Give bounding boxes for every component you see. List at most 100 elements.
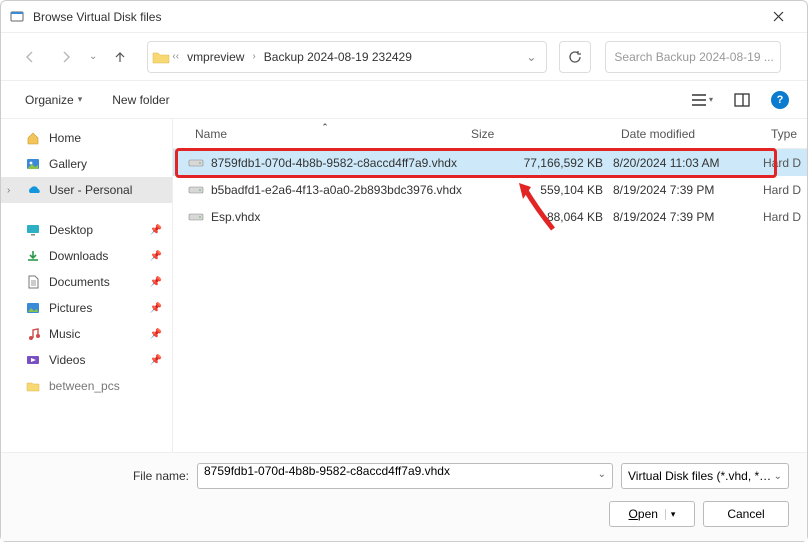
sidebar-item-user-personal[interactable]: › User - Personal bbox=[1, 177, 172, 203]
pin-icon: 📌 bbox=[150, 329, 162, 340]
crumb-sep-icon[interactable]: ‹‹ bbox=[172, 51, 179, 62]
filename-value: 8759fdb1-070d-4b8b-9582-c8accd4ff7a9.vhd… bbox=[204, 464, 450, 478]
pin-icon: 📌 bbox=[150, 251, 162, 262]
new-folder-button[interactable]: New folder bbox=[106, 89, 175, 111]
sidebar-item-label: between_pcs bbox=[49, 379, 120, 393]
chevron-down-icon: ⌄ bbox=[774, 471, 782, 482]
organize-menu[interactable]: Organize ▾ bbox=[19, 89, 88, 111]
file-type: Hard D bbox=[763, 183, 807, 197]
file-name: b5badfd1-e2a6-4f13-a0a0-2b893bdc3976.vhd… bbox=[211, 183, 463, 197]
file-row[interactable]: b5badfd1-e2a6-4f13-a0a0-2b893bdc3976.vhd… bbox=[173, 176, 807, 203]
sidebar-item-music[interactable]: Music 📌 bbox=[1, 321, 172, 347]
home-icon bbox=[25, 130, 41, 146]
file-date: 8/19/2024 7:39 PM bbox=[613, 210, 763, 224]
preview-pane-button[interactable] bbox=[731, 89, 753, 111]
sidebar-item-label: Pictures bbox=[49, 301, 92, 315]
column-size[interactable]: Size bbox=[463, 127, 613, 141]
recent-dropdown[interactable]: ⌄ bbox=[87, 51, 99, 62]
file-size: 77,166,592 KB bbox=[463, 156, 613, 170]
sidebar-item-pictures[interactable]: Pictures 📌 bbox=[1, 295, 172, 321]
refresh-button[interactable] bbox=[559, 41, 591, 73]
file-date: 8/20/2024 11:03 AM bbox=[613, 156, 763, 170]
sidebar-item-home[interactable]: Home bbox=[1, 125, 172, 151]
chevron-right-icon: › bbox=[7, 185, 10, 196]
sidebar-item-label: Videos bbox=[49, 353, 85, 367]
sidebar-item-downloads[interactable]: Downloads 📌 bbox=[1, 243, 172, 269]
file-type: Hard D bbox=[763, 210, 807, 224]
sort-indicator-icon: ⌃ bbox=[321, 122, 329, 133]
forward-button[interactable] bbox=[51, 42, 81, 72]
filter-label: Virtual Disk files (*.vhd, *.vhdx) bbox=[628, 469, 774, 483]
new-folder-label: New folder bbox=[112, 93, 169, 107]
column-date[interactable]: Date modified bbox=[613, 127, 763, 141]
close-button[interactable] bbox=[757, 2, 799, 32]
chevron-right-icon: › bbox=[252, 51, 255, 62]
desktop-icon bbox=[25, 222, 41, 238]
sidebar-item-between-pcs[interactable]: between_pcs bbox=[1, 373, 172, 399]
file-list: ⌃ Name Size Date modified Type 8759fdb1-… bbox=[173, 119, 807, 459]
videos-icon bbox=[25, 352, 41, 368]
up-button[interactable] bbox=[105, 42, 135, 72]
file-type-filter[interactable]: Virtual Disk files (*.vhd, *.vhdx) ⌄ bbox=[621, 463, 789, 489]
cancel-button[interactable]: Cancel bbox=[703, 501, 789, 527]
breadcrumb-backup[interactable]: Backup 2024-08-19 232429 bbox=[258, 48, 418, 66]
sidebar-item-videos[interactable]: Videos 📌 bbox=[1, 347, 172, 373]
bottom-panel: File name: 8759fdb1-070d-4b8b-9582-c8acc… bbox=[1, 452, 807, 541]
disk-icon bbox=[187, 212, 205, 222]
gallery-icon bbox=[25, 156, 41, 172]
sidebar-item-label: User - Personal bbox=[49, 183, 132, 197]
pictures-icon bbox=[25, 300, 41, 316]
help-button[interactable]: ? bbox=[771, 91, 789, 109]
filename-input[interactable]: 8759fdb1-070d-4b8b-9582-c8accd4ff7a9.vhd… bbox=[197, 463, 613, 489]
open-button[interactable]: Open ▾ bbox=[609, 501, 695, 527]
title-bar: Browse Virtual Disk files bbox=[1, 1, 807, 33]
app-icon bbox=[9, 9, 25, 25]
address-bar[interactable]: ‹‹ vmpreview › Backup 2024-08-19 232429 … bbox=[147, 41, 547, 73]
disk-icon bbox=[187, 185, 205, 195]
downloads-icon bbox=[25, 248, 41, 264]
pin-icon: 📌 bbox=[150, 355, 162, 366]
column-name[interactable]: ⌃ Name bbox=[187, 127, 463, 141]
back-button[interactable] bbox=[15, 42, 45, 72]
filename-label: File name: bbox=[19, 469, 189, 483]
navigation-pane: Home Gallery › User - Personal Desktop 📌… bbox=[1, 119, 173, 459]
sidebar-item-gallery[interactable]: Gallery bbox=[1, 151, 172, 177]
column-type[interactable]: Type bbox=[763, 127, 807, 141]
sidebar-item-label: Desktop bbox=[49, 223, 93, 237]
main-area: Home Gallery › User - Personal Desktop 📌… bbox=[1, 119, 807, 459]
sidebar-item-desktop[interactable]: Desktop 📌 bbox=[1, 217, 172, 243]
folder-icon bbox=[152, 50, 170, 64]
file-date: 8/19/2024 7:39 PM bbox=[613, 183, 763, 197]
search-placeholder: Search Backup 2024-08-19 ... bbox=[614, 50, 773, 64]
view-list-button[interactable]: ▾ bbox=[691, 89, 713, 111]
music-icon bbox=[25, 326, 41, 342]
sidebar-item-documents[interactable]: Documents 📌 bbox=[1, 269, 172, 295]
pin-icon: 📌 bbox=[150, 277, 162, 288]
file-size: 559,104 KB bbox=[463, 183, 613, 197]
documents-icon bbox=[25, 274, 41, 290]
cancel-label: Cancel bbox=[727, 507, 764, 521]
nav-bar: ⌄ ‹‹ vmpreview › Backup 2024-08-19 23242… bbox=[1, 33, 807, 81]
window-title: Browse Virtual Disk files bbox=[33, 10, 757, 24]
folder-icon bbox=[25, 378, 41, 394]
search-input[interactable]: Search Backup 2024-08-19 ... bbox=[605, 41, 781, 73]
organize-label: Organize bbox=[25, 93, 74, 107]
onedrive-icon bbox=[25, 182, 41, 198]
pin-icon: 📌 bbox=[150, 303, 162, 314]
column-headers: ⌃ Name Size Date modified Type bbox=[173, 119, 807, 149]
chevron-down-icon[interactable]: ⌄ bbox=[598, 469, 606, 480]
sidebar-item-label: Music bbox=[49, 327, 80, 341]
file-row[interactable]: 8759fdb1-070d-4b8b-9582-c8accd4ff7a9.vhd… bbox=[173, 149, 807, 176]
breadcrumb-vmpreview[interactable]: vmpreview bbox=[181, 48, 250, 66]
chevron-down-icon: ▾ bbox=[78, 94, 83, 105]
pin-icon: 📌 bbox=[150, 225, 162, 236]
file-row[interactable]: Esp.vhdx 88,064 KB 8/19/2024 7:39 PM Har… bbox=[173, 203, 807, 230]
file-size: 88,064 KB bbox=[463, 210, 613, 224]
address-dropdown[interactable]: ⌄ bbox=[520, 50, 542, 64]
file-name: Esp.vhdx bbox=[211, 210, 463, 224]
file-name: 8759fdb1-070d-4b8b-9582-c8accd4ff7a9.vhd… bbox=[211, 156, 463, 170]
split-button-chevron-icon[interactable]: ▾ bbox=[665, 509, 676, 520]
sidebar-item-label: Home bbox=[49, 131, 81, 145]
sidebar-item-label: Documents bbox=[49, 275, 110, 289]
sidebar-item-label: Gallery bbox=[49, 157, 87, 171]
